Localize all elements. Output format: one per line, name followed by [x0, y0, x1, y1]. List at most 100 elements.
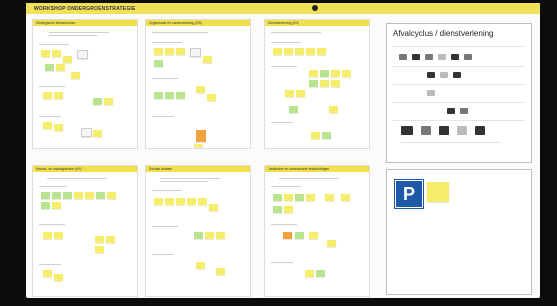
sticky-note[interactable] — [154, 198, 163, 205]
sticky-note[interactable] — [209, 204, 218, 211]
frame-social-domain[interactable]: Sociaal domein — [145, 165, 251, 297]
section-label — [271, 224, 297, 225]
sticky-note[interactable] — [95, 246, 104, 253]
sticky-note[interactable] — [176, 48, 185, 55]
sticky-note[interactable] — [317, 48, 326, 55]
sticky-note[interactable] — [205, 232, 214, 239]
sticky-note[interactable] — [325, 194, 334, 201]
sticky-note[interactable] — [320, 70, 329, 77]
sticky-note[interactable] — [96, 192, 105, 199]
sticky-note[interactable] — [63, 192, 72, 199]
sticky-note[interactable] — [41, 50, 50, 57]
sticky-note[interactable] — [203, 56, 212, 63]
sticky-note[interactable] — [104, 98, 113, 105]
parking-lot-panel[interactable]: P — [386, 169, 532, 295]
sticky-note[interactable] — [74, 192, 83, 199]
sticky-note[interactable] — [77, 50, 88, 59]
sticky-note[interactable] — [190, 48, 201, 57]
sticky-note[interactable] — [85, 192, 94, 199]
sticky-note[interactable] — [154, 92, 163, 99]
sticky-note[interactable] — [52, 50, 61, 57]
sticky-note[interactable] — [295, 194, 304, 201]
sticky-note[interactable] — [309, 70, 318, 77]
sticky-note[interactable] — [273, 206, 282, 213]
frame-service[interactable]: Dienstverlening (DV) — [264, 19, 370, 149]
sticky-note[interactable] — [154, 48, 163, 55]
sticky-note[interactable] — [81, 128, 92, 137]
sticky-note[interactable] — [305, 270, 314, 277]
sticky-note[interactable] — [107, 192, 116, 199]
sticky-note[interactable] — [176, 92, 185, 99]
sticky-note[interactable] — [54, 274, 63, 281]
sticky-note[interactable] — [331, 80, 340, 87]
sticky-note[interactable] — [54, 124, 63, 131]
sticky-note[interactable] — [56, 64, 65, 71]
sticky-note[interactable] — [289, 106, 298, 113]
frame-organisation-collaboration[interactable]: Organisatie en samenwerking (OS) — [145, 19, 251, 149]
whiteboard-canvas[interactable]: WORKSHOP ONDERGROENSTRATEGIE Strategisch… — [26, 3, 540, 298]
sticky-note[interactable] — [322, 132, 331, 139]
sticky-note[interactable] — [331, 70, 340, 77]
sticky-note[interactable] — [329, 106, 338, 113]
sticky-note[interactable] — [45, 64, 54, 71]
sticky-note[interactable] — [194, 144, 203, 147]
sticky-note[interactable] — [311, 132, 320, 139]
sticky-note[interactable] — [52, 192, 61, 199]
sticky-note[interactable] — [295, 48, 304, 55]
sticky-note[interactable] — [106, 236, 115, 243]
sticky-note[interactable] — [306, 48, 315, 55]
sticky-note[interactable] — [273, 48, 282, 55]
sticky-note[interactable] — [93, 98, 102, 105]
sticky-note[interactable] — [216, 232, 225, 239]
sticky-note[interactable] — [207, 94, 216, 101]
sticky-note[interactable] — [284, 194, 293, 201]
sticky-note[interactable] — [196, 262, 205, 269]
sticky-note[interactable] — [316, 270, 325, 277]
sticky-note[interactable] — [273, 194, 282, 201]
sticky-note[interactable] — [198, 198, 207, 205]
sticky-note[interactable] — [71, 72, 80, 79]
waste-cycle-panel[interactable]: Afvalcyclus / dienstverlening — [386, 23, 532, 163]
sticky-note[interactable] — [54, 232, 63, 239]
sticky-note[interactable] — [196, 86, 205, 93]
sticky-note[interactable] — [187, 198, 196, 205]
sticky-note[interactable] — [95, 236, 104, 243]
sticky-note[interactable] — [296, 90, 305, 97]
section-label — [152, 78, 178, 79]
sticky-note[interactable] — [43, 92, 52, 99]
sticky-note[interactable] — [165, 48, 174, 55]
sticky-note[interactable] — [342, 70, 351, 77]
sticky-note[interactable] — [43, 122, 52, 129]
sticky-note-highlight[interactable] — [196, 130, 206, 142]
sticky-note[interactable] — [306, 194, 315, 201]
parking-sticky-note[interactable] — [427, 182, 449, 202]
sticky-note[interactable] — [41, 192, 50, 199]
sticky-note[interactable] — [327, 240, 336, 247]
sticky-note[interactable] — [284, 48, 293, 55]
sticky-note[interactable] — [176, 198, 185, 205]
sticky-note[interactable] — [285, 90, 294, 97]
sticky-note[interactable] — [320, 80, 329, 87]
sticky-note[interactable] — [54, 92, 63, 99]
sticky-note[interactable] — [194, 232, 203, 239]
sticky-note[interactable] — [341, 194, 350, 201]
sticky-note[interactable] — [165, 198, 174, 205]
frame-legal-obligations[interactable]: Juridische en contractuele verplichtinge… — [264, 165, 370, 297]
sticky-note-highlight[interactable] — [283, 232, 292, 239]
sticky-note[interactable] — [154, 60, 163, 67]
sticky-note[interactable] — [93, 130, 102, 137]
sticky-note[interactable] — [309, 232, 318, 239]
sticky-note[interactable] — [309, 80, 318, 87]
sticky-note[interactable] — [43, 232, 52, 239]
sticky-note[interactable] — [52, 202, 61, 209]
frame-strategic-infrastructure[interactable]: Strategische infrastructuur — [32, 19, 138, 149]
sticky-note[interactable] — [295, 232, 304, 239]
sticky-note[interactable] — [63, 56, 72, 63]
frame-knowledge-skills[interactable]: Kennis- en vaardigheden (KV) — [32, 165, 138, 297]
sticky-note[interactable] — [43, 270, 52, 277]
sticky-note[interactable] — [216, 268, 225, 275]
sticky-note[interactable] — [284, 206, 293, 213]
sticky-note[interactable] — [165, 92, 174, 99]
sticky-note[interactable] — [41, 202, 50, 209]
section-label — [152, 42, 182, 43]
